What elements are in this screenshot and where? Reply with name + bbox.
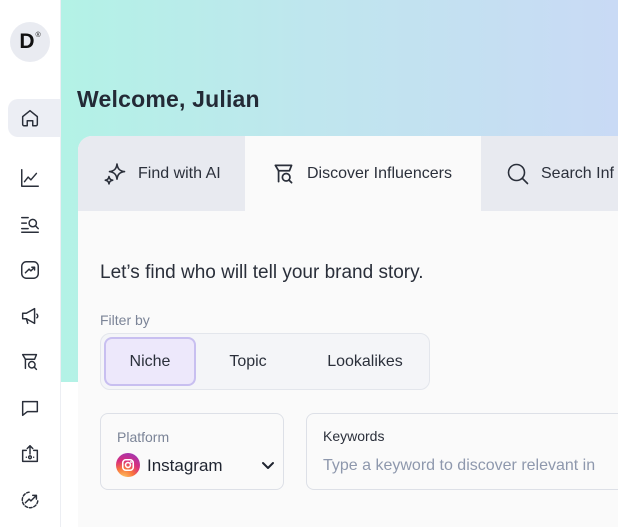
filter-label: Filter by	[100, 312, 150, 328]
instagram-icon	[116, 453, 140, 477]
sidebar-item-discover[interactable]	[8, 343, 60, 381]
discover-card: Find with AI Discover Influencers Search…	[78, 136, 618, 527]
sidebar-item-messages[interactable]	[8, 389, 60, 427]
sidebar-item-search-list[interactable]	[8, 205, 60, 243]
logo-registered-mark: ®	[35, 31, 41, 39]
platform-select[interactable]: Platform Instagram	[100, 413, 284, 490]
sparkles-icon	[104, 162, 126, 185]
tab-label: Discover Influencers	[307, 164, 452, 182]
sidebar-item-growth[interactable]	[8, 481, 60, 519]
tab-label: Search Inf	[541, 164, 614, 182]
keywords-input[interactable]	[323, 454, 618, 478]
chevron-down-icon	[260, 457, 276, 473]
search-icon	[507, 163, 529, 184]
tab-discover-influencers[interactable]: Discover Influencers	[245, 136, 481, 211]
logo-letter: D	[19, 30, 35, 53]
megaphone-icon	[21, 307, 39, 325]
influencer-search-icon	[274, 163, 293, 184]
tab-label: Find with AI	[138, 164, 221, 182]
sidebar: D ®	[0, 0, 61, 527]
filter-lookalikes-button[interactable]: Lookalikes	[311, 337, 419, 386]
filter-niche-button[interactable]: Niche	[104, 337, 196, 386]
chat-icon	[21, 400, 39, 417]
keywords-field: Keywords	[306, 413, 618, 490]
platform-label: Platform	[117, 429, 170, 445]
sidebar-item-home[interactable]	[8, 99, 60, 137]
tab-find-with-ai[interactable]: Find with AI	[78, 136, 245, 211]
filter-segmented-control: Niche Topic Lookalikes	[100, 333, 430, 390]
sidebar-item-campaigns[interactable]	[8, 297, 60, 335]
trend-box-icon	[21, 261, 39, 279]
keywords-label: Keywords	[323, 428, 385, 444]
tab-search-influencers[interactable]: Search Inf	[481, 136, 618, 211]
home-icon	[21, 109, 39, 127]
search-list-icon	[21, 216, 39, 233]
growth-circle-icon	[21, 491, 39, 509]
page-prompt: Let’s find who will tell your brand stor…	[100, 262, 424, 283]
brand-logo[interactable]: D ®	[10, 22, 50, 62]
sidebar-item-trends[interactable]	[8, 251, 60, 289]
filter-topic-button[interactable]: Topic	[206, 337, 290, 386]
tab-bar: Find with AI Discover Influencers Search…	[78, 136, 618, 211]
influencer-search-icon	[21, 353, 38, 371]
sidebar-item-upload[interactable]	[8, 435, 60, 473]
platform-value: Instagram	[147, 456, 223, 475]
page-title: Welcome, Julian	[77, 86, 260, 112]
line-chart-icon	[21, 169, 39, 187]
sidebar-item-analytics[interactable]	[8, 159, 60, 197]
upload-box-icon	[21, 445, 39, 463]
